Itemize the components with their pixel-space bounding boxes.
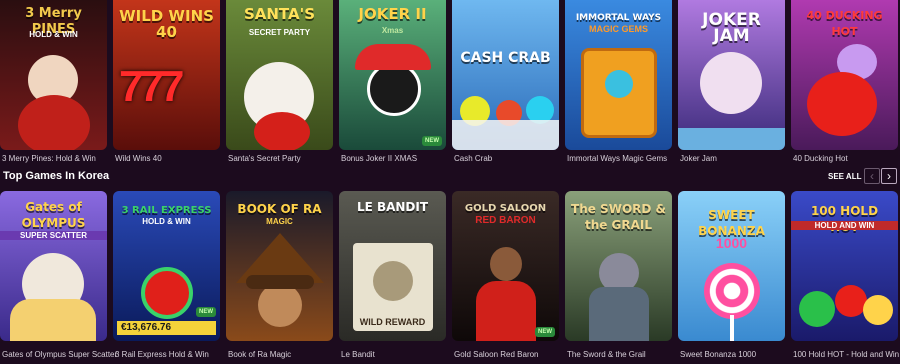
joker-face-art: [700, 52, 762, 114]
game-tile[interactable]: BOOK OF RA MAGIC: [226, 191, 333, 341]
game-logo: LE BANDIT: [356, 200, 429, 214]
game-sub-logo: RED BARON: [475, 215, 536, 226]
game-sub-logo: MAGIC GEMS: [588, 24, 648, 34]
explorer-hat-art: [246, 275, 314, 289]
watermelon-art: [799, 291, 835, 327]
game-logo: CASH CRAB: [460, 50, 551, 66]
game-row-top-korea: Gates of OLYMPUS SUPER SCATTER 3 RAIL EX…: [0, 191, 900, 341]
coin-art: [863, 295, 893, 325]
red-duck-art: [807, 72, 877, 136]
game-tile[interactable]: WILD WINS 40 777: [113, 0, 220, 150]
host-face-art: [490, 247, 522, 281]
game-caption[interactable]: Santa's Secret Party: [228, 154, 301, 163]
row2-captions: Gates of Olympus Super Scatter 3 Rail Ex…: [0, 350, 900, 364]
game-logo: 100 HOLD HOT: [810, 204, 879, 234]
game-sub-logo: Xmas: [381, 26, 404, 35]
game-caption[interactable]: 3 Merry Pines: Hold & Win: [2, 154, 96, 163]
game-caption[interactable]: Wild Wins 40: [115, 154, 162, 163]
santa-coat-art: [254, 112, 310, 150]
game-tile[interactable]: Gates of OLYMPUS SUPER SCATTER: [0, 191, 107, 341]
game-tile[interactable]: GOLD SALOON RED BARON NEW: [452, 191, 559, 341]
lollipop-art: [704, 263, 760, 319]
game-caption[interactable]: 100 Hold HOT - Hold and Win: [793, 350, 899, 359]
game-tile[interactable]: 3 RAIL EXPRESS HOLD & WIN €13,676.76 NEW: [113, 191, 220, 341]
game-caption[interactable]: The Sword & the Grail: [567, 350, 646, 359]
game-caption[interactable]: Book of Ra Magic: [228, 350, 291, 359]
game-tile[interactable]: 3 Merry PINES HOLD & WIN: [0, 0, 107, 150]
game-logo: The SWORD & the GRAIL: [571, 202, 666, 232]
game-sub-logo: WILD REWARD: [359, 317, 426, 327]
game-tile[interactable]: JOKER II Xmas NEW: [339, 0, 446, 150]
sevens-art: 777: [119, 62, 184, 111]
game-caption[interactable]: Sweet Bonanza 1000: [680, 350, 756, 359]
game-logo: WILD WINS 40: [119, 7, 214, 41]
bandit-face-art: [373, 261, 413, 301]
game-logo: JOKER II: [358, 5, 427, 23]
game-tile[interactable]: IMMORTAL WAYS MAGIC GEMS: [565, 0, 672, 150]
game-tile[interactable]: SANTA'S SECRET PARTY: [226, 0, 333, 150]
game-row-featured: 3 Merry PINES HOLD & WIN WILD WINS 40 77…: [0, 0, 900, 163]
game-logo: SANTA'S: [243, 5, 316, 23]
game-tile[interactable]: CASH CRAB: [452, 0, 559, 150]
game-logo: JOKER JAM: [702, 10, 761, 46]
lollipop-stick-art: [730, 315, 734, 341]
game-caption[interactable]: Joker Jam: [680, 154, 717, 163]
game-tile[interactable]: 40 DUCKING HOT: [791, 0, 898, 150]
game-sub-logo: HOLD AND WIN: [791, 221, 898, 230]
game-caption[interactable]: Gold Saloon Red Baron: [454, 350, 539, 359]
foreground-art: [452, 120, 559, 150]
game-caption[interactable]: Immortal Ways Magic Gems: [567, 154, 667, 163]
game-logo: 40 DUCKING HOT: [806, 9, 883, 38]
knight-armor-art: [589, 287, 649, 341]
zeus-body-art: [10, 299, 96, 341]
game-tile[interactable]: SWEET BONANZA 1000: [678, 191, 785, 341]
foreground-art: [678, 128, 785, 150]
game-caption[interactable]: Cash Crab: [454, 154, 492, 163]
gem-art: [605, 70, 633, 98]
game-sub-logo: 1000: [715, 235, 748, 251]
new-badge: NEW: [422, 136, 442, 146]
new-badge: NEW: [535, 327, 555, 337]
see-all-link[interactable]: SEE ALL: [828, 172, 861, 181]
game-sub-logo: HOLD & WIN: [142, 217, 191, 226]
game-caption[interactable]: Le Bandit: [341, 350, 375, 359]
game-caption[interactable]: 40 Ducking Hot: [793, 154, 848, 163]
game-caption[interactable]: Bonus Joker II XMAS: [341, 154, 417, 163]
game-sub-logo: SECRET PARTY: [248, 28, 311, 37]
game-logo: Gates of OLYMPUS: [21, 200, 86, 230]
chevron-right-icon: ›: [887, 169, 891, 183]
game-sub-logo: SUPER SCATTER: [0, 231, 107, 240]
game-caption[interactable]: Gates of Olympus Super Scatter: [2, 350, 117, 359]
new-badge: NEW: [196, 307, 216, 317]
santa-body-art: [18, 95, 90, 150]
host-uniform-art: [476, 281, 536, 341]
game-logo: BOOK OF RA: [237, 202, 322, 216]
train-wheel-art: [141, 267, 193, 319]
game-tile[interactable]: JOKER JAM: [678, 0, 785, 150]
game-sub-logo: MAGIC: [266, 217, 293, 226]
carousel-prev-button[interactable]: ‹: [864, 168, 880, 184]
game-tile[interactable]: The SWORD & the GRAIL: [565, 191, 672, 341]
game-tile[interactable]: LE BANDIT WILD REWARD: [339, 191, 446, 341]
section-title: Top Games In Korea: [3, 170, 110, 182]
joker-hat-art: [355, 44, 431, 70]
jackpot-amount: €13,676.76: [117, 321, 216, 335]
carousel-next-button[interactable]: ›: [881, 168, 897, 184]
game-caption[interactable]: 3 Rail Express Hold & Win: [115, 350, 209, 359]
explorer-art: [258, 283, 302, 327]
joker-mask-art: [367, 62, 421, 116]
game-tile[interactable]: 100 HOLD HOT HOLD AND WIN: [791, 191, 898, 341]
game-sub-logo: HOLD & WIN: [29, 30, 78, 39]
chevron-left-icon: ‹: [870, 169, 874, 183]
